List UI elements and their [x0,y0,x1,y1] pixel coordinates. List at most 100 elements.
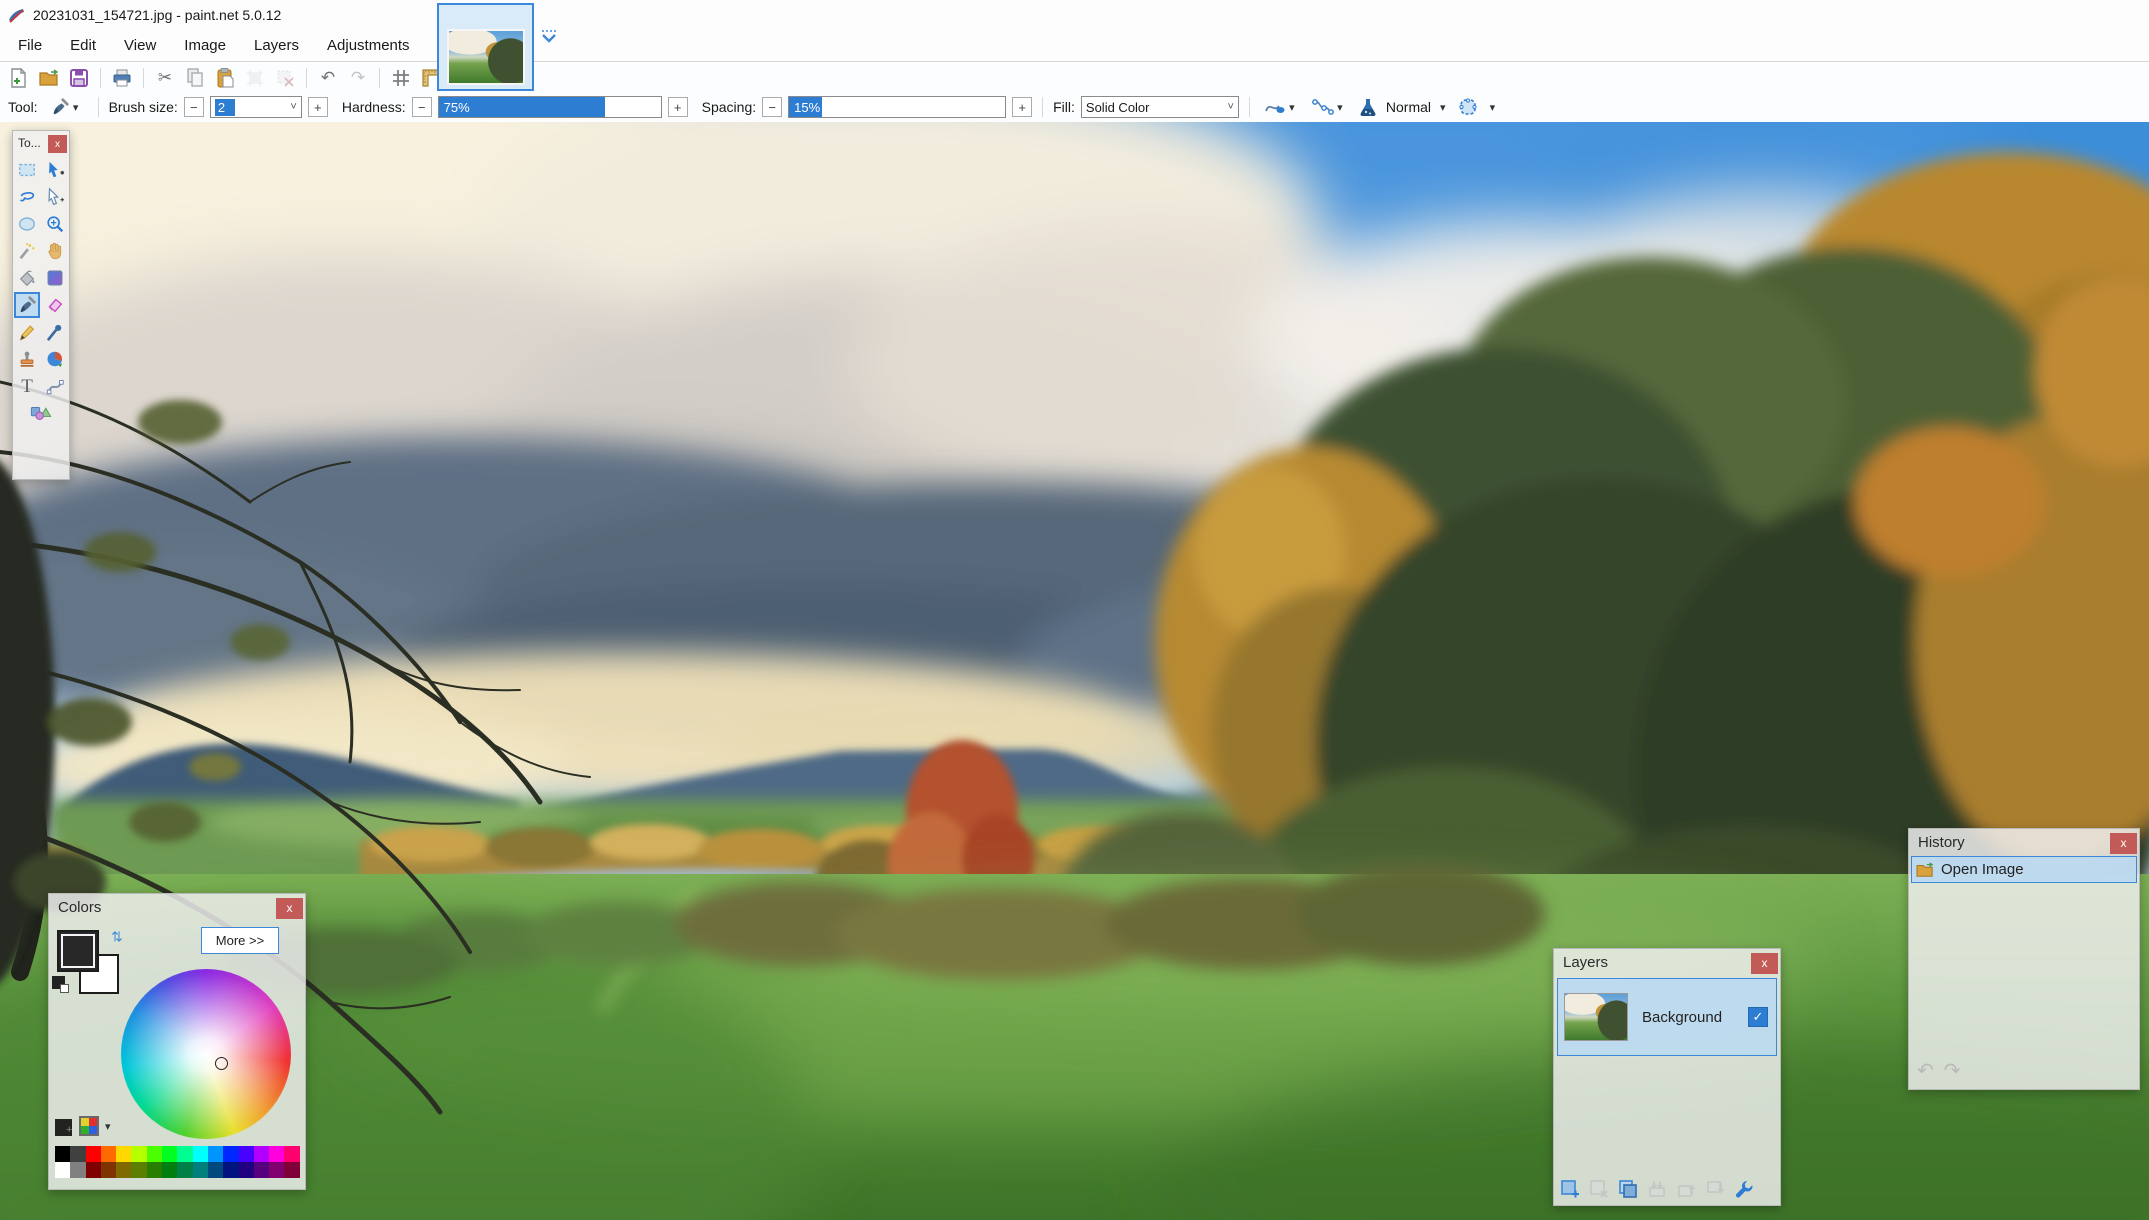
tool-move-selected-pixels[interactable] [42,157,68,183]
palette-swatch[interactable] [177,1146,193,1162]
palette-swatch[interactable] [131,1162,147,1178]
blend-mode-dropdown-button[interactable]: ▾ [1440,101,1446,114]
palette-swatch[interactable] [192,1162,208,1178]
tool-line-curve[interactable] [42,373,68,399]
palette-swatch[interactable] [70,1162,86,1178]
tool-zoom[interactable] [42,211,68,237]
palette-swatch[interactable] [55,1146,71,1162]
move-layer-up-button[interactable] [1675,1178,1697,1200]
palette-swatch[interactable] [116,1146,132,1162]
swap-colors-button[interactable]: ⇄ [108,931,125,943]
spacing-slider[interactable]: 15% [788,96,1007,118]
hardness-increment-button[interactable]: + [667,97,688,117]
toggle-grid-button[interactable] [388,66,414,90]
selection-clipping-dropdown-button[interactable]: ▾ [1490,101,1496,114]
palette-swatch[interactable] [162,1162,178,1178]
tool-gradient[interactable] [42,265,68,291]
fill-style-combo[interactable]: Solid Color ˅ [1080,96,1239,118]
colors-more-button[interactable]: More >> [201,927,279,954]
brush-size-decrement-button[interactable]: − [183,97,204,117]
tool-lasso-select[interactable] [14,184,40,210]
palette-swatch[interactable] [269,1162,285,1178]
layer-row-background[interactable]: Background ✓ [1557,978,1777,1056]
palette-swatch[interactable] [253,1146,270,1162]
tool-rectangle-select[interactable] [14,157,40,183]
tool-recolor[interactable] [42,346,68,372]
new-file-button[interactable] [6,66,32,90]
tool-paint-bucket[interactable] [14,265,40,291]
tool-pencil[interactable] [14,319,40,345]
palette-menu-dropdown-arrow[interactable]: ▾ [105,1120,111,1133]
hardness-decrement-button[interactable]: − [411,97,432,117]
image-list-button[interactable] [538,30,560,56]
palette-swatch[interactable] [146,1162,163,1178]
palette-swatch[interactable] [223,1162,239,1178]
palette-swatch[interactable] [100,1162,117,1178]
layers-panel-titlebar[interactable]: Layers x [1554,949,1780,975]
history-item-open-image[interactable]: Open Image [1911,856,2137,883]
brush-size-increment-button[interactable]: + [307,97,328,117]
tools-panel-close-button[interactable]: x [48,135,67,153]
tool-eraser[interactable] [42,292,68,318]
copy-button[interactable] [182,66,208,90]
palette-swatch[interactable] [284,1162,300,1178]
current-tool-button[interactable]: ▾ [44,95,88,119]
tool-pan[interactable] [42,238,68,264]
palette-swatch[interactable] [85,1162,101,1178]
tool-shapes[interactable] [28,400,54,426]
add-layer-button[interactable] [1559,1178,1581,1200]
history-undo-button[interactable]: ↶ [1917,1058,1934,1083]
color-wheel-cursor[interactable] [215,1057,228,1070]
colors-panel-close-button[interactable]: x [276,897,303,919]
layer-visible-checkbox[interactable]: ✓ [1748,1007,1768,1027]
menu-view[interactable]: View [110,31,170,60]
open-file-button[interactable] [36,66,62,90]
palette-swatch[interactable] [100,1146,117,1162]
tools-panel-titlebar[interactable]: To... x [13,131,69,155]
palette-swatch[interactable] [269,1146,285,1162]
history-panel-titlebar[interactable]: History x [1909,829,2139,855]
tool-paintbrush[interactable] [14,292,40,318]
palette-swatch[interactable] [146,1146,163,1162]
canvas[interactable] [0,122,2149,1220]
palette-swatch[interactable] [116,1162,132,1178]
duplicate-layer-button[interactable] [1617,1178,1639,1200]
menu-edit[interactable]: Edit [56,31,110,60]
image-tab-active[interactable] [437,3,534,91]
palette-swatch[interactable] [253,1162,270,1178]
paste-button[interactable] [212,66,238,90]
undo-button[interactable]: ↶ [315,66,341,90]
deselect-button[interactable] [272,66,298,90]
redo-button[interactable]: ↷ [345,66,371,90]
color-wheel[interactable] [121,969,291,1139]
tool-clone-stamp[interactable] [14,346,40,372]
add-to-palette-button[interactable] [55,1119,72,1136]
antialiasing-button[interactable]: ▾ [1260,95,1302,119]
tool-magic-wand[interactable] [14,238,40,264]
palette-menu-button[interactable] [79,1116,99,1136]
spacing-increment-button[interactable]: + [1012,97,1033,117]
history-panel-close-button[interactable]: x [2110,832,2137,854]
palette-swatch[interactable] [55,1162,71,1178]
move-layer-down-button[interactable] [1704,1178,1726,1200]
palette-swatch[interactable] [162,1146,178,1162]
save-button[interactable] [66,66,92,90]
brush-size-combo[interactable]: 2 ˅ [209,96,302,118]
palette-swatch[interactable] [131,1146,147,1162]
spacing-decrement-button[interactable]: − [762,97,783,117]
layer-properties-button[interactable] [1733,1178,1755,1200]
palette-swatch[interactable] [207,1162,224,1178]
print-button[interactable] [109,66,135,90]
cut-button[interactable]: ✂ [152,66,178,90]
title-bar[interactable]: 20231031_154721.jpg - paint.net 5.0.12 [0,0,2149,30]
tool-text[interactable]: T [14,373,40,399]
tool-ellipse-select[interactable] [14,211,40,237]
menu-adjustments[interactable]: Adjustments [313,31,424,60]
delete-layer-button[interactable] [1588,1178,1610,1200]
palette-swatch[interactable] [238,1146,254,1162]
palette-swatch[interactable] [192,1146,208,1162]
brush-dynamics-button[interactable]: ▾ [1308,95,1350,119]
palette-swatch[interactable] [238,1162,254,1178]
merge-layer-down-button[interactable] [1646,1178,1668,1200]
tool-move-selection[interactable] [42,184,68,210]
